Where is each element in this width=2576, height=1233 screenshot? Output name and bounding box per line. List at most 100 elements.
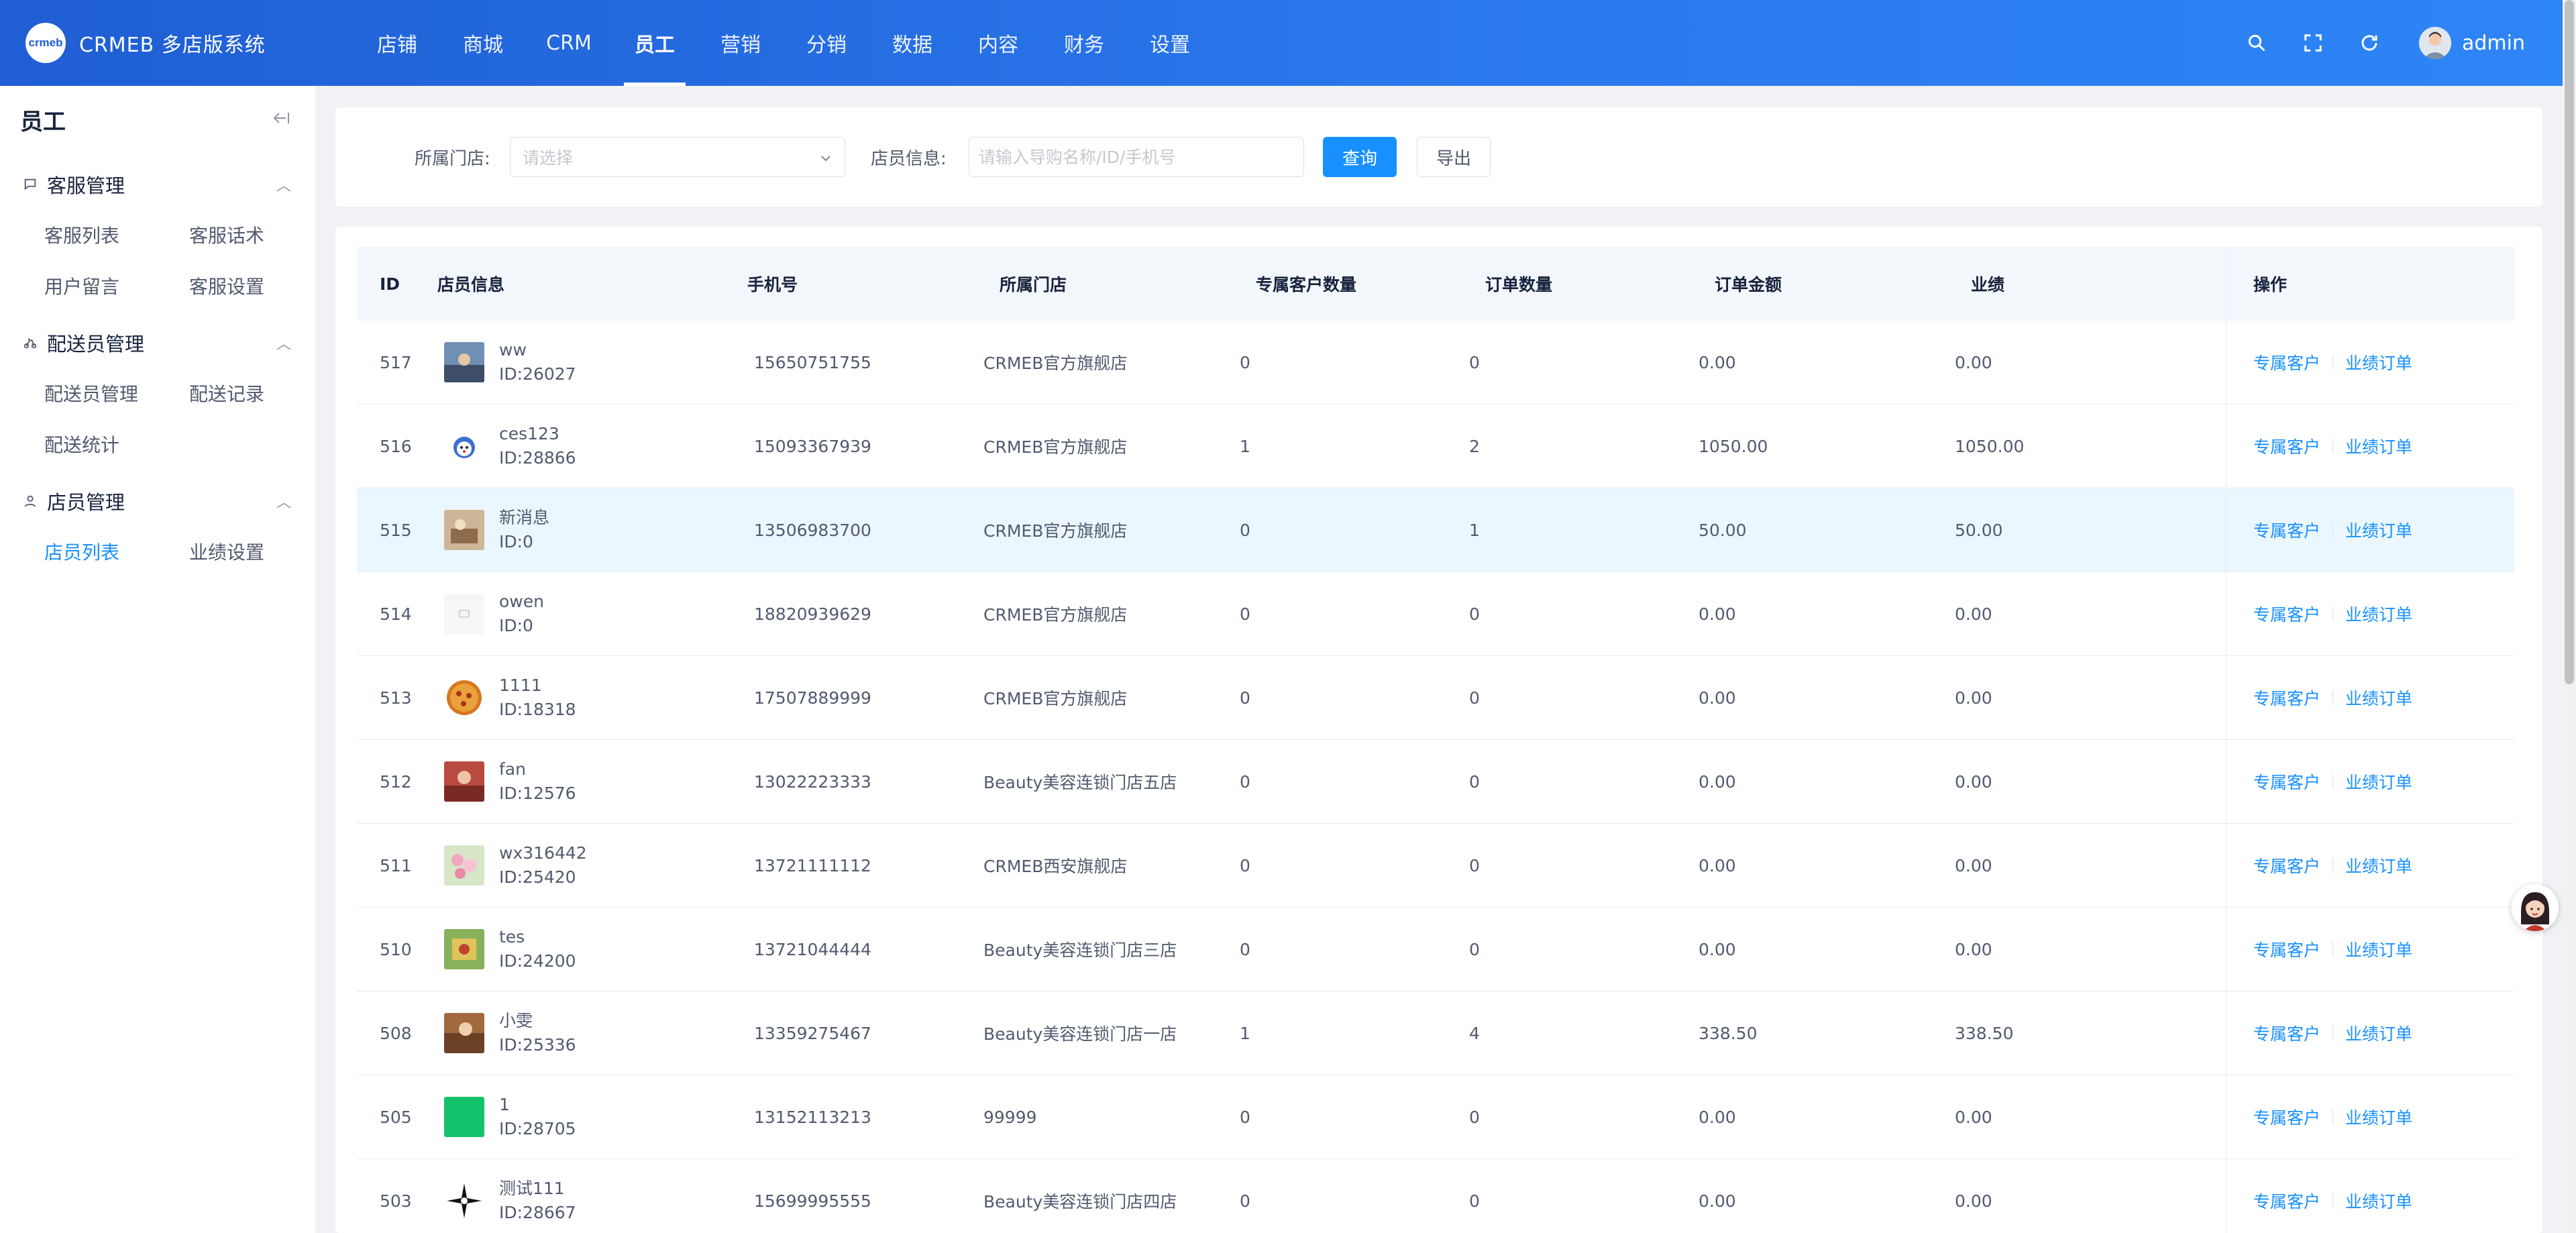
staff-avatar xyxy=(444,1097,484,1137)
nav-staff[interactable]: 员工 xyxy=(612,0,698,86)
cell-customers: 0 xyxy=(1240,520,1250,540)
nav-content[interactable]: 内容 xyxy=(955,0,1041,86)
exclusive-customers-link[interactable]: 专属客户 xyxy=(2253,1105,2320,1129)
nav-data[interactable]: 数据 xyxy=(869,0,955,86)
export-button[interactable]: 导出 xyxy=(1417,137,1491,177)
exclusive-customers-link[interactable]: 专属客户 xyxy=(2253,350,2320,374)
sidebar-item-cs-scripts[interactable]: 客服话术 xyxy=(189,209,334,260)
cell-amount: 50.00 xyxy=(1699,520,1747,540)
cell-actions: 专属客户 业绩订单 xyxy=(2226,824,2514,907)
sidebar-header: 员工 xyxy=(0,86,315,153)
performance-orders-link[interactable]: 业绩订单 xyxy=(2345,1189,2412,1213)
exclusive-customers-link[interactable]: 专属客户 xyxy=(2253,1189,2320,1213)
staff-avatar xyxy=(444,1013,484,1053)
refresh-icon[interactable] xyxy=(2353,27,2385,59)
sidebar-item-cs-settings[interactable]: 客服设置 xyxy=(189,260,334,311)
cell-orders: 4 xyxy=(1469,1023,1480,1043)
staff-table: ID 店员信息 手机号 所属门店 专属客户数量 订单数量 订单金额 业绩 操作 … xyxy=(357,247,2514,1233)
nav-store[interactable]: 店铺 xyxy=(354,0,440,86)
performance-orders-link[interactable]: 业绩订单 xyxy=(2345,434,2412,458)
sidebar-item-delivery-stats[interactable]: 配送统计 xyxy=(44,419,189,470)
main-content: 所属门店: 请选择 店员信息: 查询 导出 ID 店员信息 手机号 所属门店 专… xyxy=(315,86,2563,1233)
nav-mall[interactable]: 商城 xyxy=(440,0,526,86)
staff-info-text: 1 ID:28705 xyxy=(499,1093,576,1141)
exclusive-customers-link[interactable]: 专属客户 xyxy=(2253,434,2320,458)
cell-store: CRMEB官方旗舰店 xyxy=(983,605,1128,625)
menu-group-staff[interactable]: 店员管理 ︿ xyxy=(0,476,315,526)
fullscreen-icon[interactable] xyxy=(2297,27,2329,59)
exclusive-customers-link[interactable]: 专属客户 xyxy=(2253,518,2320,542)
performance-orders-link[interactable]: 业绩订单 xyxy=(2345,1105,2412,1129)
performance-orders-link[interactable]: 业绩订单 xyxy=(2345,769,2412,794)
cell-actions: 专属客户 业绩订单 xyxy=(2226,740,2514,823)
performance-orders-link[interactable]: 业绩订单 xyxy=(2345,853,2412,877)
menu-group-delivery[interactable]: 配送员管理 ︿ xyxy=(0,318,315,368)
cell-amount: 0.00 xyxy=(1699,352,1736,372)
user-menu[interactable]: admin xyxy=(2419,27,2525,59)
cell-performance: 0.00 xyxy=(1955,939,1992,959)
nav-marketing[interactable]: 营销 xyxy=(698,0,784,86)
col-orders: 订单数量 xyxy=(1485,275,1553,294)
nav-finance[interactable]: 财务 xyxy=(1041,0,1127,86)
scrollbar-thumb[interactable] xyxy=(2565,0,2574,684)
exclusive-customers-link[interactable]: 专属客户 xyxy=(2253,1021,2320,1045)
staff-info-text: 1111 ID:18318 xyxy=(499,674,576,722)
staff-search-input[interactable] xyxy=(969,137,1304,177)
action-divider xyxy=(2332,942,2334,957)
sidebar-item-staff-list[interactable]: 店员列表 xyxy=(44,526,189,577)
cell-phone: 18820939629 xyxy=(754,604,871,624)
staff-avatar xyxy=(444,1181,484,1221)
staff-avatar xyxy=(444,594,484,634)
store-select[interactable]: 请选择 xyxy=(510,137,845,177)
col-store: 所属门店 xyxy=(1000,275,1067,294)
collapse-sidebar-icon[interactable] xyxy=(271,109,291,131)
search-icon[interactable] xyxy=(2241,27,2273,59)
exclusive-customers-link[interactable]: 专属客户 xyxy=(2253,937,2320,961)
action-divider xyxy=(2332,355,2334,370)
sidebar-item-cs-list[interactable]: 客服列表 xyxy=(44,209,189,260)
exclusive-customers-link[interactable]: 专属客户 xyxy=(2253,602,2320,626)
sidebar-item-courier-manage[interactable]: 配送员管理 xyxy=(44,368,189,419)
cell-orders: 0 xyxy=(1469,939,1480,959)
cell-phone: 15699995555 xyxy=(754,1191,871,1211)
exclusive-customers-link[interactable]: 专属客户 xyxy=(2253,853,2320,877)
performance-orders-link[interactable]: 业绩订单 xyxy=(2345,602,2412,626)
logo[interactable]: crmeb CRMEB 多店版系统 xyxy=(25,23,307,63)
delivery-icon xyxy=(23,333,42,352)
nav-crm[interactable]: CRM xyxy=(526,0,612,86)
sidebar-item-user-messages[interactable]: 用户留言 xyxy=(44,260,189,311)
menu-group-label: 配送员管理 xyxy=(47,333,145,356)
staff-uid: ID:12576 xyxy=(499,784,576,803)
nav-settings[interactable]: 设置 xyxy=(1127,0,1213,86)
cell-amount: 0.00 xyxy=(1699,855,1736,875)
sidebar-item-performance-settings[interactable]: 业绩设置 xyxy=(189,526,334,577)
exclusive-customers-link[interactable]: 专属客户 xyxy=(2253,686,2320,710)
cell-phone: 15093367939 xyxy=(754,436,871,456)
cell-actions: 专属客户 业绩订单 xyxy=(2226,656,2514,739)
cell-phone: 13359275467 xyxy=(754,1023,871,1043)
staff-info-text: tes ID:24200 xyxy=(499,925,576,973)
cell-staff-info: owen ID:0 xyxy=(437,590,747,638)
cell-customers: 1 xyxy=(1240,436,1250,456)
performance-orders-link[interactable]: 业绩订单 xyxy=(2345,350,2412,374)
performance-orders-link[interactable]: 业绩订单 xyxy=(2345,518,2412,542)
table-row: 512 fan ID:12576 13022223333 Beauty美容连锁门店五店 0… xyxy=(357,740,2514,824)
exclusive-customers-link[interactable]: 专属客户 xyxy=(2253,769,2320,794)
query-button[interactable]: 查询 xyxy=(1323,137,1397,177)
performance-orders-link[interactable]: 业绩订单 xyxy=(2345,937,2412,961)
customer-service-float-button[interactable] xyxy=(2512,884,2559,931)
cell-actions: 专属客户 业绩订单 xyxy=(2226,488,2514,572)
nav-distribution[interactable]: 分销 xyxy=(784,0,869,86)
cell-staff-info: tes ID:24200 xyxy=(437,925,747,973)
page-scrollbar[interactable] xyxy=(2563,0,2576,1233)
action-divider xyxy=(2332,1026,2334,1040)
sidebar-item-delivery-records[interactable]: 配送记录 xyxy=(189,368,334,419)
performance-orders-link[interactable]: 业绩订单 xyxy=(2345,1021,2412,1045)
cell-amount: 0.00 xyxy=(1699,939,1736,959)
performance-orders-link[interactable]: 业绩订单 xyxy=(2345,686,2412,710)
cell-staff-info: 1 ID:28705 xyxy=(437,1093,747,1141)
user-name: admin xyxy=(2462,31,2525,55)
menu-group-customer-service[interactable]: 客服管理 ︿ xyxy=(0,160,315,209)
staff-info-text: wx316442 ID:25420 xyxy=(499,841,587,890)
cell-id: 517 xyxy=(380,352,412,372)
